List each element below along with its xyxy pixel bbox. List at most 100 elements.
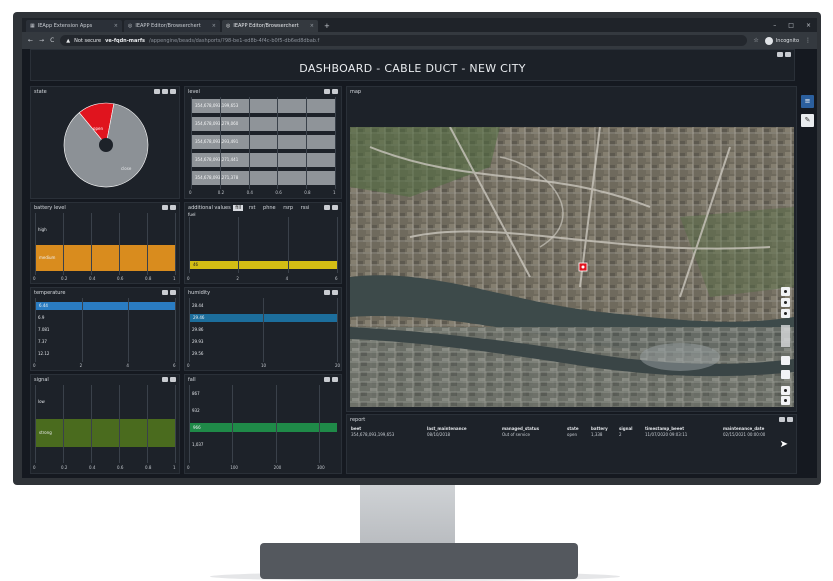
tab-label: IEApp Extension Apps (37, 23, 93, 29)
grid-line (337, 217, 338, 273)
close-window-button[interactable]: × (806, 20, 811, 32)
maximize-icon[interactable] (332, 377, 338, 382)
panel-title: level (188, 89, 200, 95)
table-header[interactable]: timestamp_beeet (645, 426, 684, 431)
level-bar[interactable]: 354,678,093,271,378 (191, 171, 335, 185)
tab-rst[interactable]: rst (247, 205, 258, 211)
table-header[interactable]: last_maintenance (427, 426, 467, 431)
table-cell: 08/10/2018 (427, 432, 451, 437)
tick-label: 0.2 (61, 276, 68, 281)
minimize-icon[interactable] (324, 377, 330, 382)
table-cell: 11/07/2020 09:03:11 (645, 432, 688, 437)
maximize-button[interactable]: □ (788, 20, 794, 32)
panel-title: report (350, 417, 366, 423)
level-bar[interactable]: 354,678,093,293,491 (191, 135, 335, 149)
monitor-neck (360, 485, 455, 545)
maximize-icon[interactable] (170, 377, 176, 382)
zoom-in-button[interactable] (781, 287, 790, 296)
slice-label-open: open (93, 126, 103, 131)
grid-line (35, 385, 36, 463)
minimize-icon[interactable] (162, 290, 168, 295)
tick-label: 0 (187, 465, 190, 470)
slice-label-close: close (121, 166, 132, 171)
grid-line (189, 298, 190, 362)
new-tab-button[interactable]: + (324, 20, 330, 32)
grid-line (175, 213, 176, 275)
level-panel: level 354,678,093,199,653 354,678,093,279… (184, 86, 342, 199)
menu-icon[interactable]: ⋮ (805, 37, 811, 44)
level-bar[interactable]: 354,678,093,271,441 (191, 153, 335, 167)
profile-button[interactable]: Incognito (764, 36, 799, 45)
maximize-icon[interactable] (170, 290, 176, 295)
star-icon[interactable]: ☆ (753, 37, 758, 44)
state-pie-chart: open close (63, 102, 149, 188)
bar-row[interactable]: 966 (189, 423, 337, 432)
zoom-out-button[interactable] (781, 396, 790, 405)
minimize-icon[interactable] (162, 377, 168, 382)
forward-button[interactable]: → (39, 37, 44, 44)
grid-line (175, 385, 176, 463)
minimize-icon[interactable] (324, 290, 330, 295)
maximize-icon[interactable] (785, 52, 791, 57)
report-panel: report beet last_maintenance managed_statu… (346, 414, 797, 474)
maximize-icon[interactable] (332, 290, 338, 295)
sensor-marker-icon[interactable] (578, 262, 588, 272)
maximize-icon[interactable] (332, 89, 338, 94)
reload-button[interactable]: C (50, 37, 54, 44)
table-header[interactable]: maintenance_date (723, 426, 764, 431)
locate-button[interactable] (781, 309, 790, 318)
map-view[interactable] (350, 127, 794, 407)
minimize-icon[interactable] (324, 89, 330, 94)
bar-label: 6.9 (38, 315, 45, 320)
minimize-icon[interactable] (777, 52, 783, 57)
maximize-icon[interactable] (332, 205, 338, 210)
sidebar-toggle-button[interactable]: ≡ (801, 95, 814, 108)
signal-bar[interactable]: strong (35, 419, 175, 447)
close-icon[interactable]: × (212, 20, 216, 32)
monitor-base (260, 543, 578, 579)
grid-line (287, 217, 289, 273)
tick-label: 10 (261, 363, 267, 368)
grid-line (337, 298, 338, 362)
tab-rssi[interactable]: rssi (299, 205, 312, 211)
minimize-icon[interactable] (162, 205, 168, 210)
maximize-icon[interactable] (787, 417, 793, 422)
panel-controls (162, 377, 176, 382)
grid-line (319, 385, 320, 463)
tick-label: 0 (33, 276, 36, 281)
back-button[interactable]: ← (28, 37, 33, 44)
table-header[interactable]: signal (619, 426, 633, 431)
level-bar[interactable]: 354,678,093,199,653 (191, 99, 335, 113)
address-bar[interactable]: ▲ Not secure ve-fqdn-marfs /appengine/be… (60, 35, 748, 46)
maximize-icon[interactable] (170, 205, 176, 210)
table-header[interactable]: state (567, 426, 579, 431)
grid-line (306, 97, 308, 189)
table-header[interactable]: beet (351, 426, 361, 431)
tab-fill[interactable]: fill (233, 205, 244, 211)
fullscreen-button[interactable] (781, 370, 790, 379)
minimize-button[interactable]: – (773, 20, 776, 32)
table-header[interactable]: battery (591, 426, 608, 431)
battery-bar[interactable]: medium (35, 245, 175, 271)
close-icon[interactable]: × (310, 20, 314, 32)
minimize-icon[interactable] (324, 205, 330, 210)
edit-button[interactable]: ✎ (801, 114, 814, 127)
zoom-out-button[interactable] (781, 298, 790, 307)
fuel-bar-fill[interactable]: 46 (189, 261, 337, 269)
browser-tab[interactable]: ◎ IEAPP Editor/Browserchert × (124, 20, 220, 32)
grid-line (275, 385, 277, 463)
tick-label: 0 (189, 190, 192, 195)
tab-rsrp[interactable]: rsrp (281, 205, 295, 211)
zoom-slider[interactable] (781, 325, 790, 347)
tab-phne[interactable]: phne (261, 205, 278, 211)
zoom-in-button[interactable] (781, 386, 790, 395)
level-bar[interactable]: 354,678,093,279,060 (191, 117, 335, 131)
browser-tab[interactable]: ▦ IEApp Extension Apps × (26, 20, 122, 32)
bar-row[interactable]: 6.44 (35, 302, 175, 310)
browser-tab-active[interactable]: ◎ IEAPP Editor/Browserchert × (222, 20, 318, 32)
grid-line (63, 385, 64, 463)
close-icon[interactable]: × (114, 20, 118, 32)
table-header[interactable]: managed_status (502, 426, 539, 431)
layers-button[interactable] (781, 356, 790, 365)
minimize-icon[interactable] (779, 417, 785, 422)
